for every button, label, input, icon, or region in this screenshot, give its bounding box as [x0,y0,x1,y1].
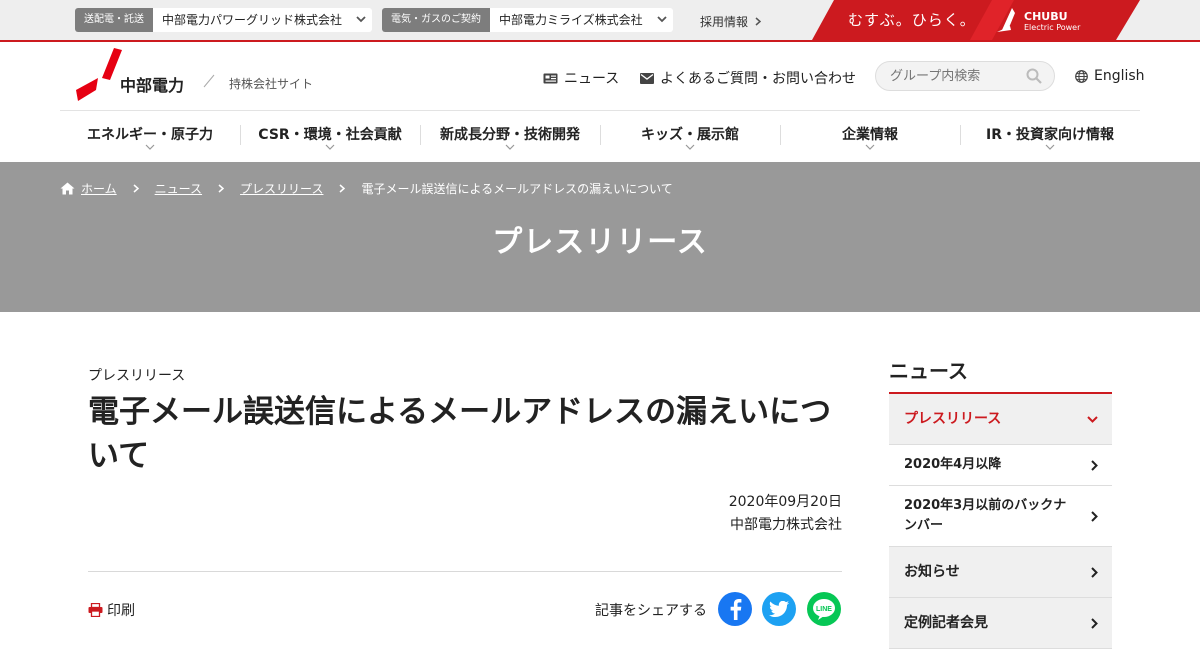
chevron-right-icon [218,184,225,193]
gnav-label: エネルギー・原子力 [87,127,213,143]
line-share-button[interactable]: LINE [807,592,841,626]
logo-divider [203,74,215,88]
chubu-logo-mark[interactable] [74,48,122,106]
recruit-link[interactable]: 採用情報 [700,13,761,30]
breadcrumb: ホーム ニュース プレスリリース 電子メール誤送信によるメールアドレスの漏えいに… [60,180,673,197]
globe-icon [1075,69,1088,83]
chevron-right-icon [133,184,139,193]
breadcrumb-news[interactable]: ニュース [155,180,202,197]
home-icon [60,182,75,195]
chevron-down-icon [651,8,673,32]
banner-slogan: むすぶ。ひらく。 [848,11,976,29]
gnav-kids[interactable]: キッズ・展示館 [600,111,780,161]
print-icon [88,603,103,617]
article-date: 2020年09月20日 [728,494,842,510]
gnav-ir[interactable]: IR・投資家向け情報 [960,111,1140,161]
news-icon [543,73,558,83]
logo-subtitle: 持株会社サイト [229,77,314,91]
print-label: 印刷 [107,603,135,619]
chevron-right-icon [755,17,761,26]
gnav-csr[interactable]: CSR・環境・社会貢献 [240,111,420,161]
gnav-label: IR・投資家向け情報 [986,127,1114,143]
gnav-energy[interactable]: エネルギー・原子力 [60,111,240,161]
sidebar-item-label: お知らせ [904,564,960,580]
select-value: 中部電力ミライズ株式会社 [499,13,643,27]
article-meta: 2020年09月20日 中部電力株式会社 [729,491,842,537]
chevron-down-icon [1087,415,1098,423]
chevron-down-icon [145,144,155,150]
sidebar-heading: ニュース [889,359,968,383]
chevron-right-icon [1091,566,1098,578]
page-title: プレスリリース [492,225,708,260]
sidebar-item-back-numbers[interactable]: 2020年3月以前のバックナンバー [889,486,1112,547]
header-news-link[interactable]: ニュース [543,68,619,88]
chevron-right-icon [339,184,346,193]
news-link-label: ニュース [564,71,620,87]
chevron-right-icon [1091,617,1098,629]
banner-brand-sub: Electric Power [1024,23,1081,32]
chevron-down-icon [350,8,372,32]
sidebar-item-label: プレスリリース [904,411,1002,427]
article-category: プレスリリース [88,368,186,384]
header-faq-link[interactable]: よくあるご質問・お問い合わせ [640,68,856,88]
sidebar-item-after-april-2020[interactable]: 2020年4月以降 [889,445,1112,486]
sidebar-item-label: 2020年3月以前のバックナンバー [904,498,1067,533]
chevron-down-icon [505,144,515,150]
chevron-down-icon [865,144,875,150]
chevron-down-icon [1045,144,1055,150]
banner-brand: CHUBU [1024,10,1068,23]
top-bar: 送配電・託送 中部電力パワーグリッド株式会社 電気・ガスのご契約 中部電力ミライ… [0,0,1200,42]
sidebar-item-press-release[interactable]: プレスリリース [889,394,1112,445]
chevron-right-icon [1091,510,1098,522]
brand-banner[interactable]: むすぶ。ひらく。 CHUBU Electric Power [812,0,1140,40]
select-tag: 送配電・託送 [75,8,153,32]
article-title: 電子メール誤送信によるメールアドレスの漏えいについて [88,394,832,474]
sidebar-item-label: 2020年4月以降 [904,457,1002,472]
global-nav: エネルギー・原子力 CSR・環境・社会貢献 新成長分野・技術開発 キッズ・展示館… [60,111,1140,161]
breadcrumb-home[interactable]: ホーム [81,180,117,197]
group-company-select-miraiz[interactable]: 電気・ガスのご契約 中部電力ミライズ株式会社 [382,8,673,32]
page-hero: ホーム ニュース プレスリリース 電子メール誤送信によるメールアドレスの漏えいに… [0,162,1200,312]
gnav-label: CSR・環境・社会貢献 [258,127,402,143]
select-value: 中部電力パワーグリッド株式会社 [162,13,343,27]
english-link-label: English [1094,68,1145,84]
recruit-label: 採用情報 [700,15,749,29]
mail-icon [640,72,654,84]
twitter-share-button[interactable] [762,592,796,626]
sidebar-item-notices[interactable]: お知らせ [889,547,1112,598]
print-button[interactable]: 印刷 [88,600,135,620]
facebook-share-button[interactable] [718,592,752,626]
gnav-label: 新成長分野・技術開発 [440,127,580,143]
gnav-company[interactable]: 企業情報 [780,111,960,161]
svg-text:LINE: LINE [816,606,832,613]
share-label: 記事をシェアする [595,603,707,619]
gnav-label: キッズ・展示館 [641,127,739,143]
chevron-right-icon [1091,459,1098,471]
logo-text[interactable]: 中部電力 [120,72,184,96]
chevron-down-icon [685,144,695,150]
gnav-label: 企業情報 [842,127,898,143]
group-company-select-powergrid[interactable]: 送配電・託送 中部電力パワーグリッド株式会社 [75,8,373,32]
gnav-new-business[interactable]: 新成長分野・技術開発 [420,111,600,161]
line-icon: LINE [813,599,835,620]
article-company: 中部電力株式会社 [730,517,842,533]
faq-link-label: よくあるご質問・お問い合わせ [660,71,856,87]
article-divider [88,571,842,572]
twitter-icon [769,601,789,617]
facebook-icon [730,599,742,620]
sidebar-item-press-conference[interactable]: 定例記者会見 [889,598,1112,649]
group-search [875,61,1055,91]
search-icon[interactable] [1026,68,1042,84]
breadcrumb-current: 電子メール誤送信によるメールアドレスの漏えいについて [361,182,673,196]
search-input[interactable] [890,62,1030,90]
breadcrumb-press[interactable]: プレスリリース [240,180,323,197]
chevron-down-icon [325,144,335,150]
sidebar-item-label: 定例記者会見 [904,615,988,631]
english-link[interactable]: English [1075,68,1145,84]
select-tag: 電気・ガスのご契約 [382,8,490,32]
